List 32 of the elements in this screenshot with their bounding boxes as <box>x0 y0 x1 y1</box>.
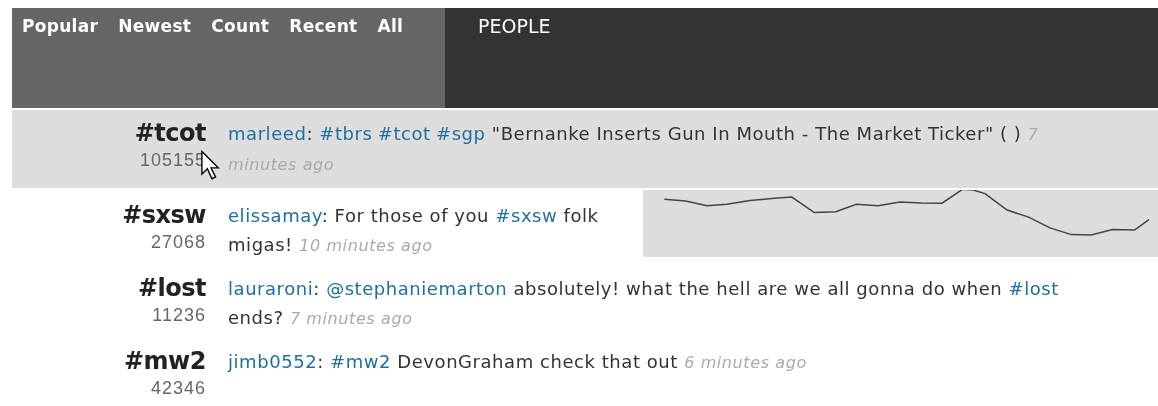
tweet-count: 42346 <box>150 377 206 400</box>
topic-row[interactable]: #lost 11236 lauraroni: @stephaniemarton absolutely! what the hell are we all gonna do when #lost ends? 7 minutes ago <box>12 265 1158 338</box>
tweet-text: jimb0552: #mw2 DevonGraham check that out 6 minutes ago <box>228 350 807 374</box>
nav-tab[interactable]: All <box>371 15 410 37</box>
nav-tab[interactable]: Count <box>205 15 276 37</box>
mouse-cursor-icon <box>201 150 221 182</box>
hashtag-link[interactable]: #sgp <box>436 123 486 144</box>
user-link[interactable]: jimb0552 <box>228 351 318 372</box>
nav-tab[interactable]: Popular <box>16 15 105 37</box>
section-title: PEOPLE <box>478 15 551 37</box>
user-link[interactable]: lauraroni <box>228 278 314 299</box>
tweet-text: ends? 7 minutes ago <box>228 306 413 330</box>
hashtag-link[interactable]: #sxsw <box>495 205 558 226</box>
nav-tab[interactable]: Newest <box>112 15 198 37</box>
hashtag-link[interactable]: #mw2 <box>330 351 392 372</box>
hashtag-title[interactable]: #tcot <box>134 119 206 147</box>
hashtag-link[interactable]: #tcot <box>377 123 431 144</box>
tweet-count: 27068 <box>150 231 206 254</box>
user-link[interactable]: marleed <box>228 123 307 144</box>
nav-tab[interactable]: Recent <box>283 15 364 37</box>
hashtag-title[interactable]: #lost <box>137 274 206 302</box>
user-link[interactable]: @stephaniemarton <box>326 278 508 299</box>
hashtag-link[interactable]: #lost <box>1008 278 1059 299</box>
tweet-text: lauraroni: @stephaniemarton absolutely! what the hell are we all gonna do when #lost <box>228 277 1059 301</box>
hashtag-link[interactable]: #tbrs <box>319 123 373 144</box>
topic-row[interactable]: #mw2 42346 jimb0552: #mw2 DevonGraham check that out 6 minutes ago <box>12 338 1158 406</box>
tweet-text: elissamay: For those of you #sxsw folk <box>228 204 599 228</box>
hashtag-title[interactable]: #mw2 <box>124 347 206 375</box>
tweet-count: 11236 <box>152 304 206 327</box>
user-link[interactable]: elissamay <box>228 205 322 226</box>
hashtag-title[interactable]: #sxsw <box>122 201 206 229</box>
tweet-text: migas! 10 minutes ago <box>228 233 433 257</box>
